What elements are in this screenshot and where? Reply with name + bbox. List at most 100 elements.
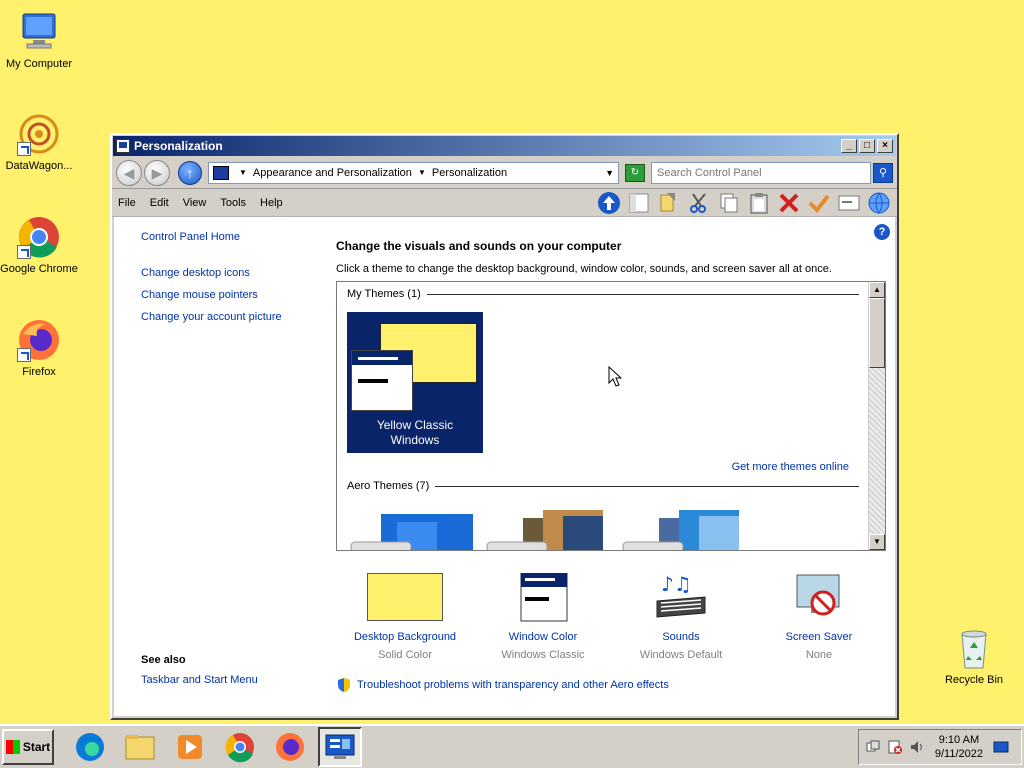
personalization-window: Personalization _ □ × ◀ ▶ ↑ ▼ Appearance… [110, 133, 899, 720]
my-themes-header: My Themes (1) [347, 288, 859, 300]
desktop-icon-recycle-bin[interactable]: Recycle Bin [935, 626, 1013, 686]
theme-list: My Themes (1) Yellow Classic Windows Get… [336, 281, 886, 551]
troubleshoot-link[interactable]: Troubleshoot problems with transparency … [357, 679, 669, 691]
taskbar-firefox[interactable] [268, 727, 312, 767]
setting-name: Sounds [662, 631, 700, 643]
aero-themes-label: Aero Themes (7) [347, 480, 430, 492]
aero-theme-characters[interactable] [619, 510, 739, 550]
forward-button[interactable]: ▶ [144, 159, 170, 186]
breadcrumb-separator[interactable]: ▼ [239, 168, 247, 177]
taskbar-edge[interactable] [68, 727, 112, 767]
minimize-button[interactable]: _ [841, 139, 857, 153]
computer-icon [17, 10, 61, 54]
network-icon[interactable] [865, 739, 881, 755]
menu-tools[interactable]: Tools [220, 197, 246, 209]
address-dropdown-icon[interactable]: ▼ [605, 168, 614, 178]
toolbar [591, 191, 891, 215]
start-button[interactable]: Start [2, 729, 54, 765]
setting-value: None [805, 649, 833, 661]
address-field[interactable]: ▼ Appearance and Personalization ▼ Perso… [208, 161, 619, 184]
window-color-setting[interactable]: Window Color Windows Classic [474, 572, 612, 661]
control-panel-home-link[interactable]: Control Panel Home [141, 231, 321, 243]
aero-theme-windows[interactable] [347, 510, 473, 550]
scroll-down-button[interactable]: ▼ [869, 534, 885, 550]
desktop-icon-my-computer[interactable]: My Computer [0, 10, 78, 70]
theme-list-scrollbar[interactable]: ▲ ▼ [868, 282, 885, 550]
globe-icon[interactable] [867, 191, 891, 215]
maximize-button[interactable]: □ [859, 139, 875, 153]
desktop-icon-datawagon[interactable]: DataWagon... [0, 112, 78, 172]
page-description: Click a theme to change the desktop back… [336, 263, 832, 275]
views-icon[interactable] [657, 191, 681, 215]
up-button[interactable]: ↑ [178, 160, 202, 185]
troubleshoot-row[interactable]: Troubleshoot problems with transparency … [336, 677, 669, 693]
control-panel-icon [116, 139, 130, 153]
change-account-picture-link[interactable]: Change your account picture [141, 311, 321, 323]
screen-saver-setting[interactable]: Screen Saver None [750, 573, 888, 661]
firefox-icon [276, 733, 304, 761]
folders-icon[interactable] [627, 191, 651, 215]
scroll-up-button[interactable]: ▲ [869, 282, 885, 298]
see-also-section: See also Taskbar and Start Menu [141, 654, 258, 696]
refresh-button[interactable]: ↻ [625, 163, 645, 182]
checkmark-icon[interactable] [807, 191, 831, 215]
menu-file[interactable]: File [118, 197, 136, 209]
scroll-thumb[interactable] [869, 298, 885, 368]
security-alert-icon[interactable] [887, 739, 903, 755]
divider [426, 293, 859, 295]
datawagon-icon [17, 112, 61, 156]
breadcrumb-appearance[interactable]: Appearance and Personalization [253, 167, 412, 179]
setting-value: Windows Classic [501, 649, 585, 661]
get-more-themes-link[interactable]: Get more themes online [732, 461, 849, 473]
taskbar-chrome[interactable] [218, 727, 262, 767]
menu-edit[interactable]: Edit [150, 197, 169, 209]
shortcut-arrow-icon [17, 142, 31, 156]
desktop-icon-firefox[interactable]: Firefox [0, 318, 78, 378]
firefox-icon [17, 318, 61, 362]
change-mouse-pointers-link[interactable]: Change mouse pointers [141, 289, 321, 301]
volume-icon[interactable] [909, 739, 925, 755]
shortcut-arrow-icon [17, 245, 31, 259]
menu-view[interactable]: View [183, 197, 207, 209]
taskbar-start-menu-link[interactable]: Taskbar and Start Menu [141, 674, 258, 686]
delete-icon[interactable] [777, 191, 801, 215]
copy-icon[interactable] [717, 191, 741, 215]
change-desktop-icons-link[interactable]: Change desktop icons [141, 267, 321, 279]
help-icon[interactable]: ? [874, 224, 890, 240]
title-bar[interactable]: Personalization _ □ × [113, 136, 896, 156]
menu-help[interactable]: Help [260, 197, 283, 209]
shortcut-arrow-icon [17, 348, 31, 362]
aero-theme-architecture[interactable] [483, 510, 603, 550]
cut-icon[interactable] [687, 191, 711, 215]
paste-icon[interactable] [747, 191, 771, 215]
back-button[interactable]: ◀ [116, 159, 142, 186]
desktop-icon-chrome[interactable]: Google Chrome [0, 215, 78, 275]
sounds-setting[interactable]: ♪♫ Sounds Windows Default [612, 572, 750, 661]
search-input[interactable] [651, 161, 871, 184]
recycle-bin-icon [952, 626, 996, 670]
breadcrumb-personalization[interactable]: Personalization [432, 167, 507, 179]
taskbar-media-player[interactable] [168, 727, 212, 767]
theme-yellow-classic[interactable]: Yellow Classic Windows [347, 312, 483, 453]
taskbar-control-panel[interactable] [318, 727, 362, 767]
taskbar: Start 9:10 AM 9/11/2022 [0, 724, 1024, 768]
close-button[interactable]: × [877, 139, 893, 153]
search-icon[interactable]: ⚲ [873, 162, 893, 183]
show-desktop-icon[interactable] [993, 739, 1009, 755]
shield-icon [338, 678, 350, 692]
up-folder-icon[interactable] [597, 191, 621, 215]
menu-bar: File Edit View Tools Help [112, 189, 897, 217]
desktop-background-setting[interactable]: Desktop Background Solid Color [336, 573, 474, 661]
clock[interactable]: 9:10 AM 9/11/2022 [935, 733, 983, 761]
mouse-cursor-icon [608, 366, 622, 387]
clock-date: 9/11/2022 [934, 748, 983, 760]
theme-name: Yellow Classic Windows [347, 418, 483, 448]
file-explorer-icon [125, 735, 155, 760]
taskbar-file-explorer[interactable] [118, 727, 162, 767]
my-themes-label: My Themes (1) [347, 288, 421, 300]
theme-preview-window [351, 350, 413, 411]
properties-icon[interactable] [837, 191, 861, 215]
windows-logo-icon [5, 740, 20, 754]
breadcrumb-separator[interactable]: ▼ [418, 168, 426, 177]
window-title: Personalization [134, 139, 223, 153]
